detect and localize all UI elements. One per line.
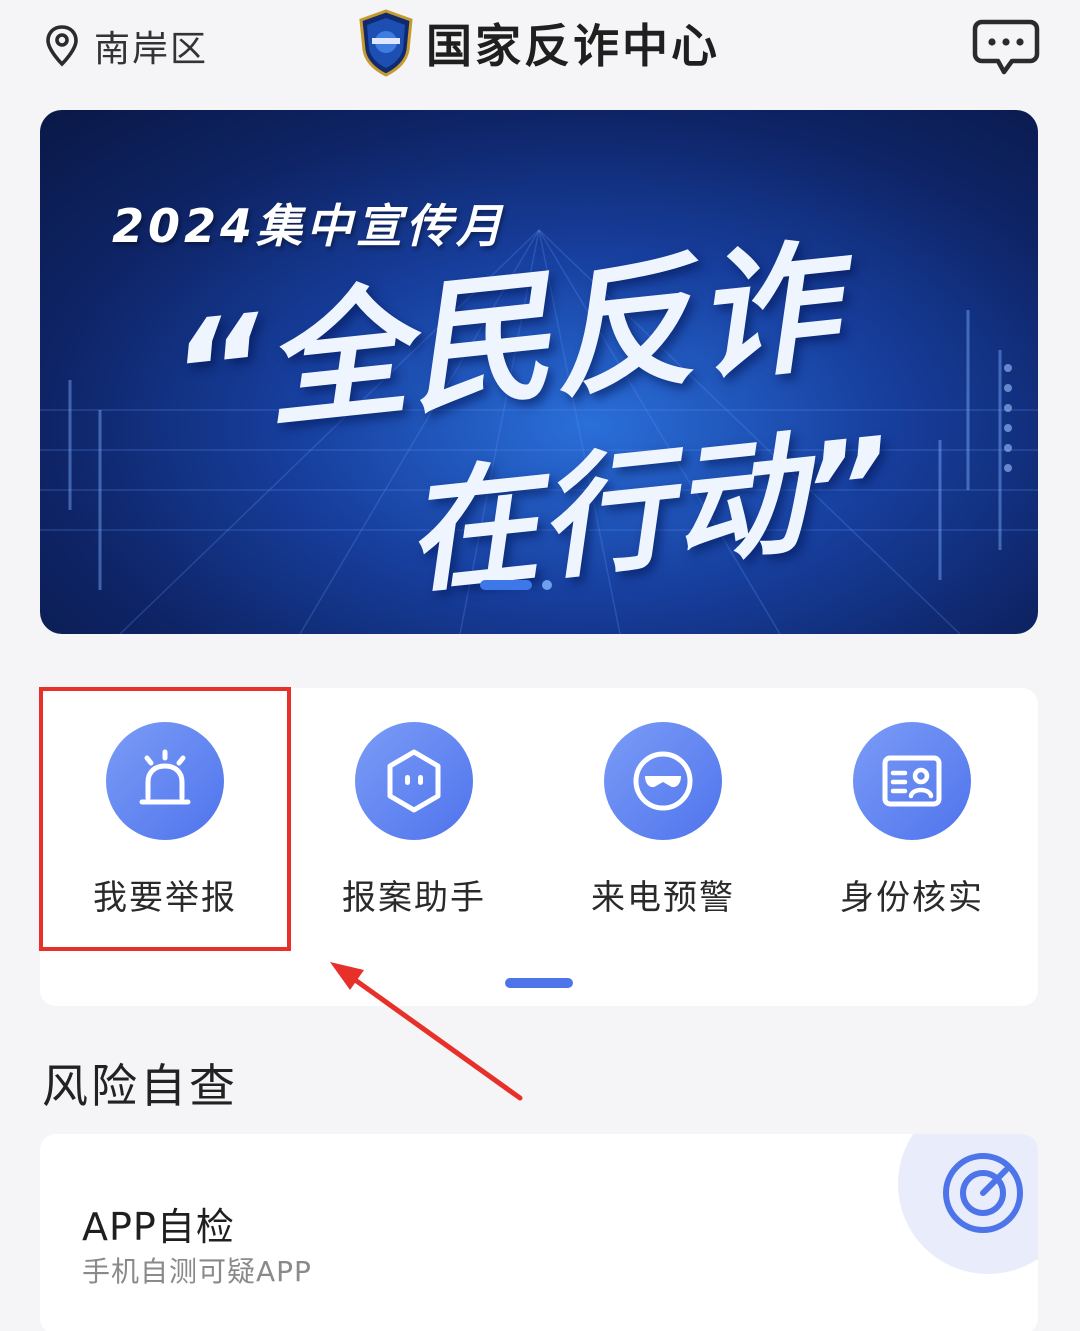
call-warning-button[interactable]: 来电预警	[538, 688, 788, 950]
app-self-check-card[interactable]: APP自检 手机自测可疑APP	[40, 1134, 1038, 1331]
alarm-light-icon	[139, 749, 191, 805]
service-shortcuts: 我要举报 报案助手 来电预警 身份核实	[39, 687, 1038, 1006]
identity-icon-circle	[853, 722, 971, 840]
banner-pagination	[480, 580, 552, 590]
case-assistant-button[interactable]: 报案助手	[289, 688, 539, 950]
app-brand: 国家反诈中心	[356, 8, 720, 78]
banner-dot	[542, 580, 552, 590]
report-fraud-button[interactable]: 我要举报	[39, 687, 291, 951]
call-warning-label: 来电预警	[591, 878, 735, 918]
mask-icon	[633, 751, 693, 811]
app-check-subtitle: 手机自测可疑APP	[82, 1255, 312, 1288]
police-badge-logo	[359, 9, 413, 77]
report-icon-circle	[106, 722, 224, 840]
identity-label: 身份核实	[840, 878, 984, 918]
call-warning-icon-circle	[604, 722, 722, 840]
banner-dot-active	[480, 580, 532, 590]
identity-check-button[interactable]: 身份核实	[787, 688, 1037, 950]
chat-bubble-icon[interactable]	[972, 18, 1040, 76]
assistant-label: 报案助手	[342, 878, 486, 918]
report-label: 我要举报	[93, 878, 237, 918]
location-label: 南岸区	[94, 29, 209, 70]
risk-section-title: 风险自查	[42, 1059, 238, 1113]
map-pin-icon	[46, 25, 78, 67]
app-title: 国家反诈中心	[426, 19, 720, 73]
top-bar: 南岸区 国家反诈中心	[0, 0, 1080, 90]
robot-hexagon-icon	[387, 749, 441, 813]
annotation-arrow	[330, 962, 523, 1101]
target-icon	[943, 1153, 1023, 1233]
location-selector[interactable]: 南岸区	[44, 20, 208, 72]
promo-banner[interactable]: 2024集中宣传月 “全民反诈 在行动”	[40, 110, 1038, 634]
assistant-icon-circle	[355, 722, 473, 840]
id-card-icon	[882, 755, 942, 807]
app-check-title: APP自检	[82, 1205, 235, 1249]
